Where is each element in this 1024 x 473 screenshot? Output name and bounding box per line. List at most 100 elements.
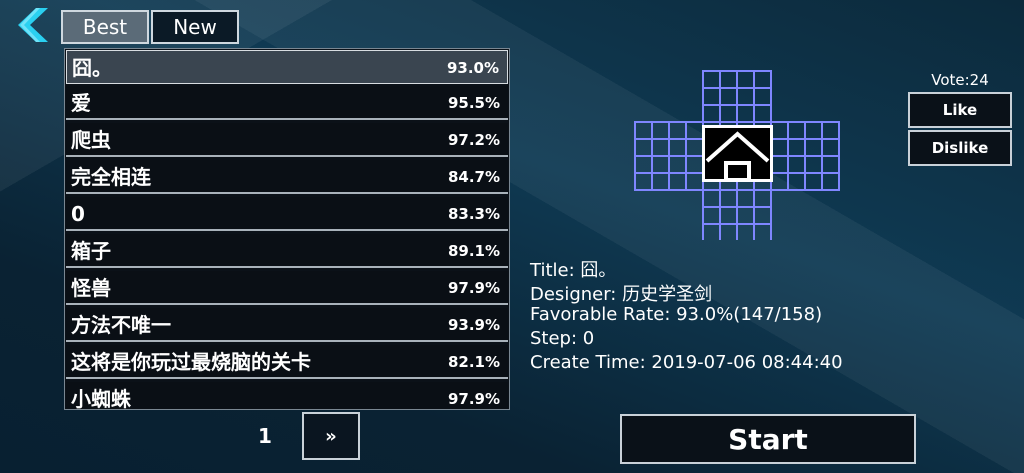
level-row[interactable]: 囧。 93.0% bbox=[66, 50, 508, 84]
preview-cell bbox=[634, 121, 653, 140]
level-title: 这将是你玩过最烧脑的关卡 bbox=[71, 350, 311, 374]
preview-cell bbox=[634, 172, 653, 191]
preview-cell bbox=[668, 172, 687, 191]
preview-cell bbox=[787, 155, 806, 174]
level-rate: 84.7% bbox=[447, 168, 500, 186]
level-rate: 97.2% bbox=[447, 131, 500, 149]
preview-cell bbox=[719, 87, 738, 106]
preview-cell bbox=[736, 70, 755, 89]
info-title: Title: 囧。 bbox=[530, 260, 617, 281]
preview-cell bbox=[753, 189, 772, 208]
back-button[interactable] bbox=[10, 6, 54, 44]
tab-best[interactable]: Best bbox=[61, 10, 149, 44]
info-favorable-rate: Favorable Rate: 93.0%(147/158) bbox=[530, 304, 823, 325]
preview-cell bbox=[702, 87, 721, 106]
info-step: Step: 0 bbox=[530, 328, 595, 349]
level-row[interactable]: 这将是你玩过最烧脑的关卡 82.1% bbox=[66, 345, 508, 379]
level-list[interactable]: 囧。 93.0% 爱 95.5% 爬虫 97.2% 完全相连 84.7% 0 8… bbox=[64, 48, 510, 410]
level-title: 怪兽 bbox=[71, 276, 111, 300]
level-rate: 97.9% bbox=[447, 390, 500, 408]
like-button[interactable]: Like bbox=[908, 92, 1012, 128]
preview-cell bbox=[770, 138, 789, 157]
preview-cell bbox=[685, 138, 704, 157]
level-row[interactable]: 方法不唯一 93.9% bbox=[66, 308, 508, 342]
preview-cell bbox=[787, 121, 806, 140]
level-row[interactable]: 怪兽 97.9% bbox=[66, 271, 508, 305]
preview-cell bbox=[702, 206, 721, 225]
level-title: 0 bbox=[71, 202, 85, 226]
preview-cell bbox=[668, 155, 687, 174]
preview-cell bbox=[702, 70, 721, 89]
preview-cell bbox=[804, 172, 823, 191]
preview-cell bbox=[651, 172, 670, 191]
preview-cell bbox=[668, 121, 687, 140]
preview-cell bbox=[702, 189, 721, 208]
level-title: 小蜘蛛 bbox=[71, 387, 131, 410]
preview-cell bbox=[685, 121, 704, 140]
preview-cell bbox=[753, 104, 772, 123]
level-rate: 93.9% bbox=[447, 316, 500, 334]
preview-cell bbox=[821, 172, 840, 191]
preview-cell bbox=[770, 172, 789, 191]
preview-cell bbox=[736, 206, 755, 225]
info-designer: Designer: 历史学圣剑 bbox=[530, 284, 713, 305]
level-row[interactable]: 箱子 89.1% bbox=[66, 234, 508, 268]
preview-cell bbox=[787, 172, 806, 191]
preview-cell bbox=[821, 138, 840, 157]
preview-cell bbox=[685, 155, 704, 174]
level-row[interactable]: 爱 95.5% bbox=[66, 86, 508, 120]
preview-cell bbox=[753, 206, 772, 225]
level-rate: 82.1% bbox=[447, 353, 500, 371]
level-row[interactable]: 0 83.3% bbox=[66, 197, 508, 231]
vote-count: Vote:24 bbox=[931, 71, 989, 89]
level-title: 爱 bbox=[71, 91, 91, 115]
page-number: 1 bbox=[258, 424, 272, 448]
preview-cell bbox=[719, 70, 738, 89]
preview-cell bbox=[804, 138, 823, 157]
level-rate: 97.9% bbox=[447, 279, 500, 297]
preview-cell bbox=[736, 223, 755, 240]
preview-cell bbox=[634, 138, 653, 157]
level-row[interactable]: 完全相连 84.7% bbox=[66, 160, 508, 194]
next-page-button[interactable]: » bbox=[302, 412, 360, 460]
preview-cell bbox=[804, 155, 823, 174]
preview-cell bbox=[719, 104, 738, 123]
preview-cell bbox=[753, 70, 772, 89]
preview-cell bbox=[651, 121, 670, 140]
level-rate: 83.3% bbox=[447, 205, 500, 223]
preview-cell bbox=[736, 104, 755, 123]
tab-new[interactable]: New bbox=[151, 10, 239, 44]
preview-cell bbox=[702, 223, 721, 240]
preview-cell bbox=[719, 223, 738, 240]
level-row[interactable]: 小蜘蛛 97.9% bbox=[66, 382, 508, 410]
preview-cell bbox=[753, 223, 772, 240]
level-rate: 95.5% bbox=[447, 94, 500, 112]
preview-cell bbox=[736, 189, 755, 208]
preview-cell bbox=[651, 138, 670, 157]
level-rate: 93.0% bbox=[446, 59, 499, 77]
preview-cell bbox=[821, 121, 840, 140]
preview-cell bbox=[821, 155, 840, 174]
preview-cell bbox=[719, 189, 738, 208]
preview-cell bbox=[651, 155, 670, 174]
level-row[interactable]: 爬虫 97.2% bbox=[66, 123, 508, 157]
dislike-button[interactable]: Dislike bbox=[908, 130, 1012, 166]
preview-cell bbox=[736, 87, 755, 106]
level-title: 囧。 bbox=[72, 56, 112, 80]
preview-cell bbox=[668, 138, 687, 157]
preview-cell bbox=[787, 138, 806, 157]
info-create-time: Create Time: 2019-07-06 08:44:40 bbox=[530, 352, 843, 373]
level-title: 爬虫 bbox=[71, 128, 111, 152]
back-chevron-icon bbox=[18, 8, 48, 42]
preview-cell bbox=[804, 121, 823, 140]
house-icon bbox=[702, 125, 773, 182]
preview-cell bbox=[770, 155, 789, 174]
level-rate: 89.1% bbox=[447, 242, 500, 260]
preview-cell bbox=[702, 104, 721, 123]
preview-cell bbox=[753, 87, 772, 106]
preview-cell bbox=[634, 155, 653, 174]
level-preview bbox=[634, 70, 840, 240]
preview-cell bbox=[719, 206, 738, 225]
start-button[interactable]: Start bbox=[620, 414, 916, 464]
level-title: 方法不唯一 bbox=[71, 313, 171, 337]
